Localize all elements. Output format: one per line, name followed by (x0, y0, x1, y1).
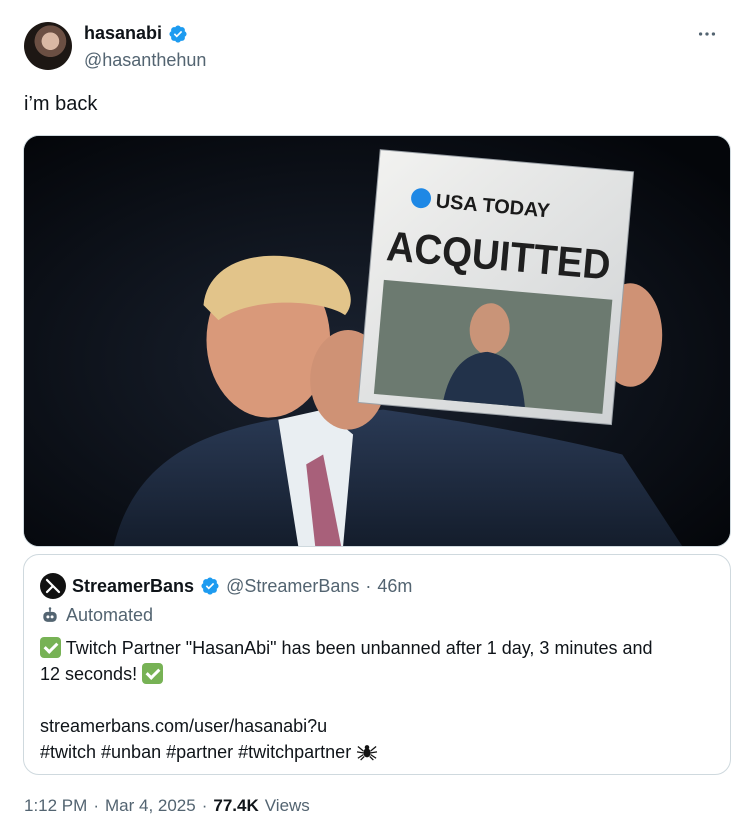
tweet-meta: 1:12 PM · Mar 4, 2025 · 77.4K Views (24, 796, 310, 816)
author-avatar[interactable] (24, 22, 72, 70)
quoted-avatar[interactable] (40, 573, 66, 599)
robot-icon (43, 606, 57, 622)
separator-dot: · (365, 575, 372, 596)
unban-message-cont: 12 seconds! (40, 664, 138, 684)
views-label: Views (264, 796, 310, 815)
verified-badge-icon (201, 577, 219, 595)
spider-icon (357, 745, 378, 761)
quoted-handle[interactable]: @StreamerBans (226, 576, 359, 597)
quoted-hashtags-line: #twitch #unban #partner #twitchpartner (40, 739, 720, 765)
automated-label: Automated (66, 605, 154, 625)
author-handle[interactable]: @hasanthehun (84, 50, 206, 71)
newspaper-photo: USA TODAY ACQUITTED (24, 136, 730, 546)
hashtags[interactable]: #twitch #unban #partner #twitchpartner (40, 742, 351, 762)
quoted-time[interactable]: 46m (377, 576, 412, 597)
author-name-row[interactable]: hasanabi (84, 23, 188, 44)
quoted-text-line-2: 12 seconds! (40, 661, 720, 687)
more-options-button[interactable] (690, 22, 724, 46)
tweet-text: i’m back (24, 93, 98, 115)
tweet-date[interactable]: Mar 4, 2025 (105, 796, 196, 816)
quoted-tweet[interactable]: StreamerBans @StreamerBans · 46m Automat… (23, 554, 731, 775)
author-name[interactable]: hasanabi (84, 23, 162, 44)
unban-message: Twitch Partner "HasanAbi" has been unban… (65, 638, 653, 658)
more-options-icon (698, 32, 716, 36)
quoted-name[interactable]: StreamerBans (72, 576, 194, 597)
check-mark-icon (142, 663, 164, 684)
automated-label-row: Automated (40, 605, 153, 626)
views-count[interactable]: 77.4K (213, 796, 258, 816)
tweet: hasanabi @hasanthehun i’m back USA TODAY… (0, 0, 742, 838)
tweet-image[interactable]: USA TODAY ACQUITTED (23, 135, 731, 547)
quoted-text-line-1: Twitch Partner "HasanAbi" has been unban… (40, 635, 720, 661)
quoted-tweet-body: Twitch Partner "HasanAbi" has been unban… (40, 635, 720, 765)
separator-dot: · (93, 796, 99, 815)
quoted-link[interactable]: streamerbans.com/user/hasanabi?u (40, 713, 720, 739)
separator-dot: · (201, 796, 208, 815)
tweet-time[interactable]: 1:12 PM (24, 796, 87, 816)
check-mark-icon (40, 637, 61, 658)
streamerbans-logo-icon (45, 578, 61, 594)
verified-badge-icon (169, 24, 187, 43)
quoted-tweet-header: StreamerBans @StreamerBans · 46m (40, 573, 412, 599)
